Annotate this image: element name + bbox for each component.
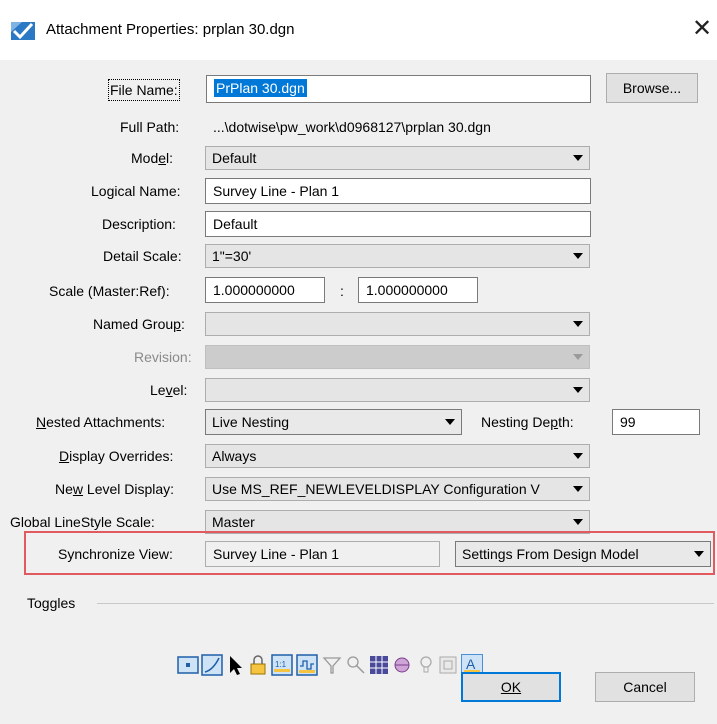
detail-scale-label: Detail Scale: [103,248,182,264]
chevron-down-icon [573,387,583,393]
nested-attachments-value: Live Nesting [212,414,290,430]
browse-button[interactable]: Browse... [606,73,698,103]
nesting-depth-input[interactable]: 99 [612,409,700,435]
new-level-display-dropdown[interactable]: Use MS_REF_NEWLEVELDISPLAY Configuration… [205,477,590,501]
model-value: Default [212,150,257,166]
logical-name-label: Logical Name: [91,183,181,199]
scale-master-input[interactable]: 1.000000000 [205,277,325,303]
chevron-down-icon [573,321,583,327]
toggles-label: Toggles [27,595,76,611]
cancel-button[interactable]: Cancel [595,672,695,702]
scale-ref-value: 1.000000000 [366,282,448,298]
lock-toggle-icon[interactable] [248,654,270,676]
synchronize-view-mode-value: Settings From Design Model [462,546,639,562]
full-path-label: Full Path: [120,119,180,135]
level-dropdown[interactable] [205,378,590,402]
named-group-dropdown[interactable] [205,312,590,336]
ignore-attachment-toggle-icon[interactable] [321,654,343,676]
nesting-depth-value: 99 [620,414,636,430]
logical-name-input[interactable]: Survey Line - Plan 1 [205,178,591,204]
title-bar: Attachment Properties: prplan 30.dgn ✕ [0,0,717,60]
description-label: Description: [102,216,176,232]
model-dropdown[interactable]: Default [205,146,590,170]
level-override-toggle-icon[interactable] [438,654,460,676]
true-scale-toggle-icon[interactable]: 1:1 [271,654,293,676]
scale-master-value: 1.000000000 [213,282,295,298]
attachment-properties-dialog: File Name: PrPlan 30.dgn Browse... Full … [0,60,717,724]
treat-as-element-toggle-icon[interactable] [368,654,390,676]
cancel-button-label: Cancel [623,679,667,695]
use-lights-toggle-icon[interactable] [345,654,367,676]
model-label: Model: [131,150,174,166]
chevron-down-icon [573,253,583,259]
display-overrides-label: Display Overrides: [59,448,174,464]
window-title: Attachment Properties: prplan 30.dgn [46,21,295,38]
new-level-display-value: Use MS_REF_NEWLEVELDISPLAY Configuration… [212,481,540,497]
nested-attachments-dropdown[interactable]: Live Nesting [205,409,462,435]
file-name-input[interactable]: PrPlan 30.dgn [206,75,591,103]
chevron-down-icon [573,486,583,492]
scale-separator: : [340,283,344,299]
ok-button-label: OK [500,679,522,695]
scale-line-styles-toggle-icon[interactable] [296,654,318,676]
named-group-label: Named Group: [93,316,185,332]
scale-ref-input[interactable]: 1.000000000 [358,277,478,303]
display-toggle-icon[interactable] [177,654,199,676]
global-linestyle-scale-label: Global LineStyle Scale: [10,514,155,530]
display-overrides-value: Always [212,448,257,464]
scale-label: Scale (Master:Ref): [49,283,170,299]
display-overrides-dropdown[interactable]: Always [205,444,590,468]
chevron-down-icon [445,419,455,425]
global-linestyle-scale-value: Master [212,514,255,530]
chevron-down-icon [573,453,583,459]
logical-name-value: Survey Line - Plan 1 [213,183,340,199]
close-icon[interactable]: ✕ [690,14,714,44]
display-raster-toggle-icon[interactable] [391,654,413,676]
chevron-down-icon [573,354,583,360]
synchronize-view-value: Survey Line - Plan 1 [213,546,340,562]
level-label: Level: [150,382,188,398]
ok-button[interactable]: OK [461,672,561,702]
chevron-down-icon [694,551,704,557]
chevron-down-icon [573,519,583,525]
toggles-divider [97,603,714,604]
nesting-depth-label: Nesting Depth: [481,414,574,430]
synchronize-view-mode-dropdown[interactable]: Settings From Design Model [455,541,711,567]
file-name-label: File Name: [108,79,180,101]
detail-scale-value: 1"=30' [212,248,252,264]
svg-text:A: A [466,656,476,672]
chevron-down-icon [573,155,583,161]
browse-button-label: Browse... [622,80,682,96]
revision-label: Revision: [134,349,192,365]
light-bulb-toggle-icon[interactable] [415,654,437,676]
synchronize-view-label: Synchronize View: [58,546,173,562]
synchronize-view-input[interactable]: Survey Line - Plan 1 [205,541,440,567]
new-level-display-label: New Level Display: [55,481,175,497]
nested-attachments-label: Nested Attachments: [36,414,166,430]
microstation-app-icon [10,20,36,42]
svg-text:1:1: 1:1 [275,660,287,669]
revision-dropdown [205,345,590,369]
file-name-value: PrPlan 30.dgn [214,79,307,97]
description-input[interactable]: Default [205,211,591,237]
full-path-value: ...\dotwise\pw_work\d0968127\prplan 30.d… [213,119,491,135]
locate-toggle-icon[interactable] [225,654,247,676]
description-value: Default [213,216,258,232]
snap-toggle-icon[interactable] [201,654,223,676]
detail-scale-dropdown[interactable]: 1"=30' [205,244,590,268]
